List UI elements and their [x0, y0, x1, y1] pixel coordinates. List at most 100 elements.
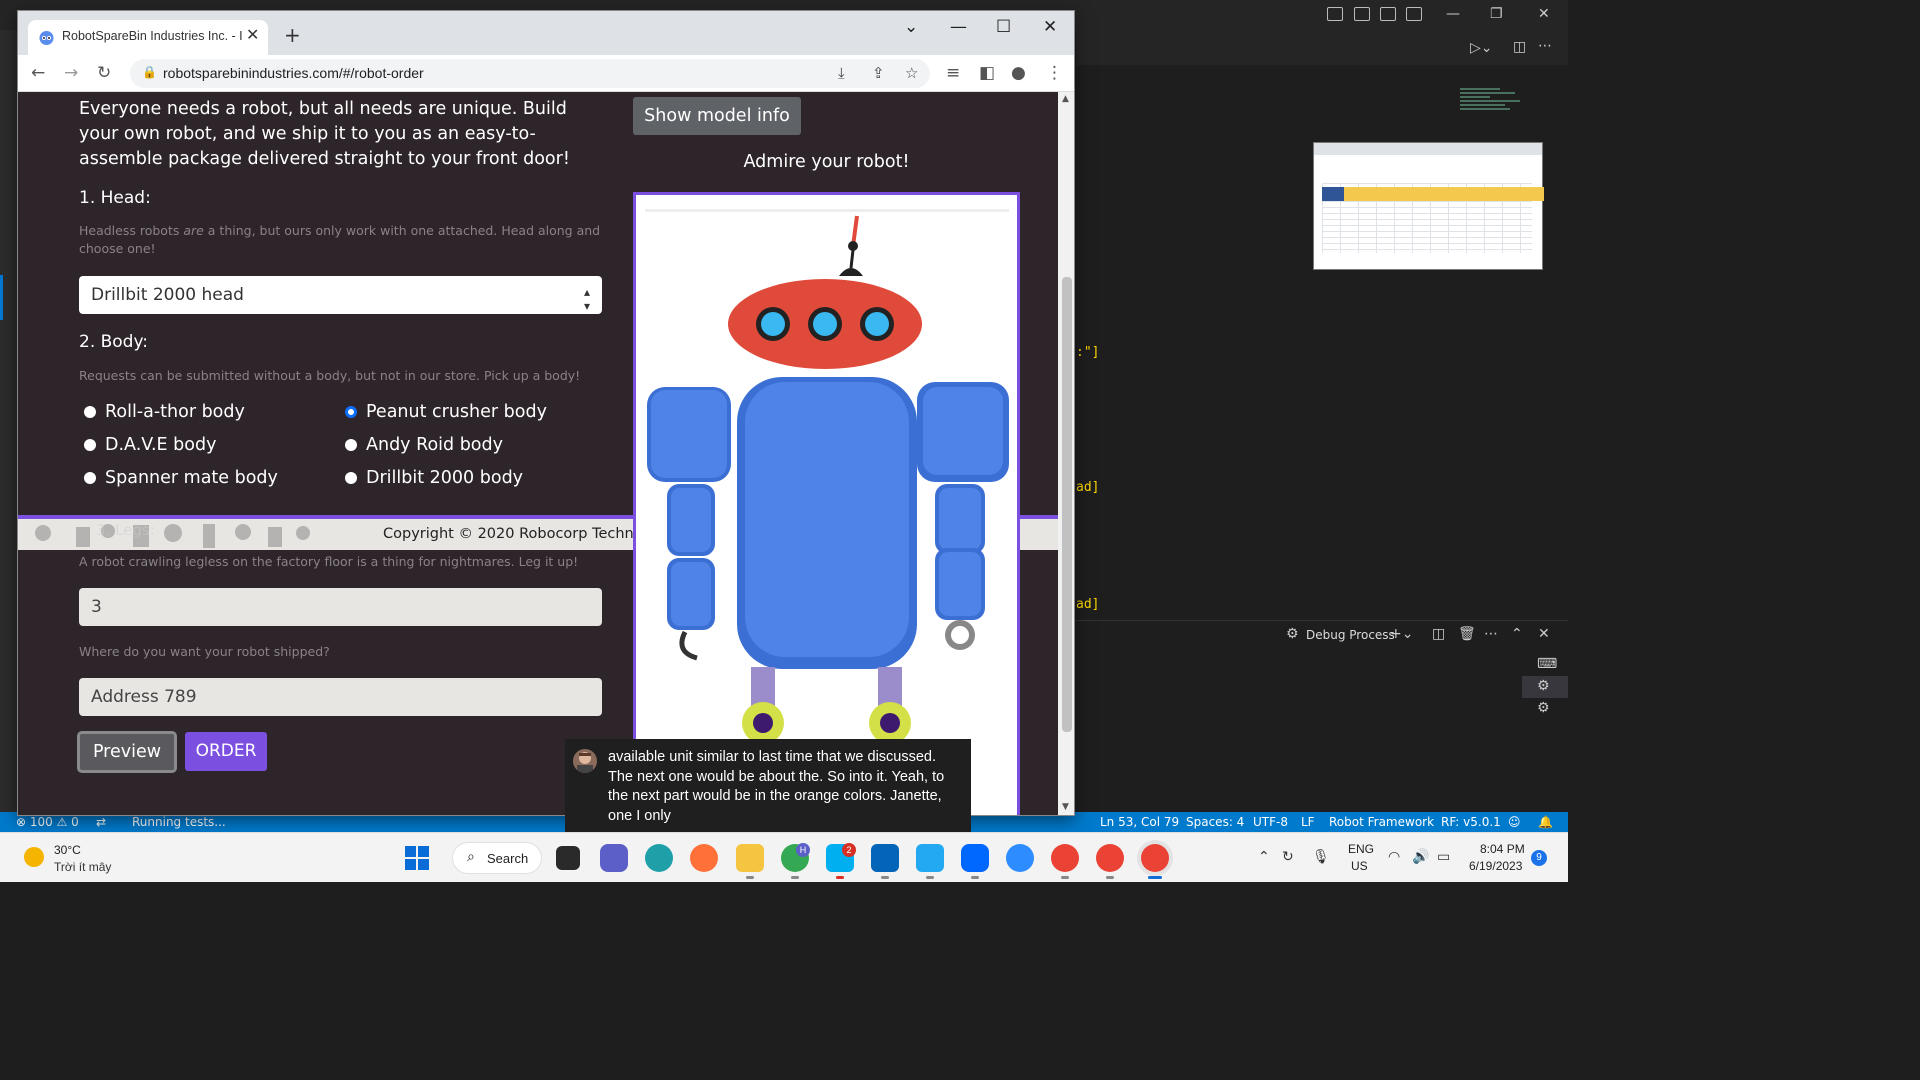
language-mode[interactable]: Robot Framework	[1329, 815, 1434, 829]
browser-tab[interactable]: RobotSpareBin Industries Inc. - In ✕	[28, 20, 268, 55]
toggle-secondary-sidebar-icon[interactable]	[1380, 7, 1396, 21]
teams-chat-icon[interactable]	[600, 844, 628, 872]
show-hidden-icons-icon[interactable]: ⌃	[1258, 849, 1270, 865]
radio-icon[interactable]	[84, 406, 96, 418]
trash-icon[interactable]: 🗑	[1458, 626, 1476, 642]
robot-framework-version[interactable]: RF: v5.0.1	[1441, 815, 1501, 829]
chrome-icon[interactable]	[1096, 844, 1124, 872]
more-actions-icon[interactable]: ⋯	[1538, 38, 1552, 54]
radio-icon[interactable]	[345, 439, 357, 451]
back-arrow-icon[interactable]: ←	[31, 63, 45, 83]
show-model-info-button[interactable]: Show model info	[633, 97, 801, 135]
input-region[interactable]: US	[1351, 859, 1368, 873]
zalo-icon[interactable]	[961, 844, 989, 872]
order-button[interactable]: ORDER	[185, 732, 267, 771]
encoding[interactable]: UTF-8	[1253, 815, 1288, 829]
zoom-icon[interactable]	[1006, 844, 1034, 872]
maximize-panel-icon[interactable]: ⌃	[1511, 626, 1523, 642]
address-bar[interactable]: 🔒 robotsparebinindustries.com/#/robot-or…	[130, 59, 930, 88]
radio-checked-icon[interactable]	[345, 406, 357, 418]
edge-browser-icon[interactable]	[645, 844, 673, 872]
notification-count-badge[interactable]: 9	[1531, 850, 1547, 866]
radio-icon[interactable]	[84, 472, 96, 484]
share-icon[interactable]: ⇪	[872, 64, 885, 82]
browser-close-icon[interactable]: ✕	[1043, 17, 1057, 37]
browser-menu-icon[interactable]: ⋮	[1046, 63, 1063, 83]
indentation[interactable]: Spaces: 4	[1186, 815, 1244, 829]
browser-minimize-icon[interactable]: —	[950, 17, 967, 37]
forward-arrow-icon[interactable]: →	[64, 63, 78, 83]
debug-process-label[interactable]: Debug Process	[1306, 628, 1395, 642]
vscode-restore-icon[interactable]: ❐	[1490, 6, 1503, 22]
toggle-sidebar-icon[interactable]	[1327, 7, 1343, 21]
sync-icon[interactable]: ↻	[1282, 849, 1294, 865]
body-radio-roll-a-thor[interactable]: Roll-a-thor body	[84, 402, 245, 422]
notifications-bell-icon[interactable]: 🔔	[1538, 815, 1553, 829]
customize-layout-icon[interactable]	[1406, 7, 1422, 21]
vscode-icon[interactable]	[916, 844, 944, 872]
url-text[interactable]: robotsparebinindustries.com/#/robot-orde…	[163, 65, 424, 81]
new-tab-icon[interactable]: +	[284, 23, 301, 47]
cursor-position[interactable]: Ln 53, Col 79	[1100, 815, 1179, 829]
wifi-icon[interactable]: ◠	[1388, 849, 1400, 865]
firefox-icon[interactable]	[690, 844, 718, 872]
chrome-icon[interactable]	[1051, 844, 1079, 872]
panel-more-icon[interactable]: ⋯	[1484, 626, 1498, 642]
outlook-icon[interactable]	[871, 844, 899, 872]
clock-time[interactable]: 8:04 PM	[1480, 842, 1525, 856]
radio-icon[interactable]	[84, 439, 96, 451]
close-tab-icon[interactable]: ✕	[246, 25, 259, 44]
vscode-close-icon[interactable]: ✕	[1538, 6, 1550, 22]
lock-icon[interactable]: 🔒	[142, 65, 157, 79]
head-select[interactable]: Drillbit 2000 head ▴ ▾	[79, 276, 602, 314]
radio-icon[interactable]	[345, 472, 357, 484]
volume-icon[interactable]: 🔊	[1412, 849, 1429, 865]
clock-date[interactable]: 6/19/2023	[1469, 859, 1522, 873]
browser-maximize-icon[interactable]: ☐	[996, 17, 1011, 37]
add-terminal-icon[interactable]: +⌄	[1390, 626, 1413, 642]
windows-start-icon[interactable]	[403, 844, 431, 872]
address-input[interactable]: Address 789	[79, 678, 602, 716]
body-radio-spanner-mate[interactable]: Spanner mate body	[84, 468, 278, 488]
body-radio-andy-roid[interactable]: Andy Roid body	[345, 435, 503, 455]
close-panel-icon[interactable]: ✕	[1538, 626, 1550, 642]
preview-button[interactable]: Preview	[77, 731, 177, 773]
page-scrollbar[interactable]: ▲ ▼	[1058, 92, 1074, 815]
toggle-panel-icon[interactable]	[1354, 7, 1370, 21]
scroll-up-icon[interactable]: ▲	[1062, 94, 1069, 104]
line-ending[interactable]: LF	[1301, 815, 1315, 829]
legs-input[interactable]: 3	[79, 588, 602, 626]
vscode-minimize-icon[interactable]: —	[1446, 6, 1460, 22]
bookmark-star-icon[interactable]: ☆	[905, 64, 918, 82]
terminal-icon[interactable]: ⌨	[1537, 656, 1557, 672]
reading-list-icon[interactable]: ≡	[946, 63, 960, 83]
body-radio-dave[interactable]: D.A.V.E body	[84, 435, 216, 455]
problems-count[interactable]: ⊗ 100 ⚠ 0	[16, 815, 79, 829]
body-radio-drillbit-2000[interactable]: Drillbit 2000 body	[345, 468, 523, 488]
minimap[interactable]	[1460, 86, 1530, 136]
feedback-icon[interactable]: ☺	[1508, 815, 1521, 829]
run-debug-icon[interactable]: ▷⌄	[1470, 40, 1493, 56]
debug-terminal-icon[interactable]: ⚙	[1537, 678, 1550, 694]
input-language[interactable]: ENG	[1348, 842, 1374, 856]
profile-avatar-icon[interactable]: ●	[1011, 63, 1026, 83]
microphone-icon[interactable]: 🎙	[1312, 849, 1330, 865]
weather-temperature[interactable]: 30°C	[54, 843, 81, 857]
scroll-down-icon[interactable]: ▼	[1062, 802, 1069, 812]
scrollbar-thumb[interactable]	[1062, 277, 1072, 732]
file-explorer-icon[interactable]	[736, 844, 764, 872]
weather-description[interactable]: Trời ít mây	[54, 860, 111, 874]
battery-icon[interactable]: ▭	[1437, 849, 1450, 865]
tab-search-icon[interactable]: ⌄	[904, 17, 918, 37]
split-editor-icon[interactable]: ◫	[1513, 39, 1526, 55]
side-panel-icon[interactable]: ◧	[979, 63, 995, 83]
task-view-icon[interactable]	[556, 846, 580, 870]
split-terminal-icon[interactable]: ◫	[1432, 626, 1445, 642]
debug-terminal-icon[interactable]: ⚙	[1537, 700, 1550, 716]
install-app-icon[interactable]: ⤓	[838, 64, 845, 82]
chrome-active-icon[interactable]	[1141, 844, 1169, 872]
weather-sun-icon[interactable]	[24, 847, 44, 867]
reload-icon[interactable]: ↻	[97, 63, 111, 83]
body-radio-peanut-crusher[interactable]: Peanut crusher body	[345, 402, 547, 422]
remote-icon[interactable]: ⇄	[96, 815, 106, 829]
